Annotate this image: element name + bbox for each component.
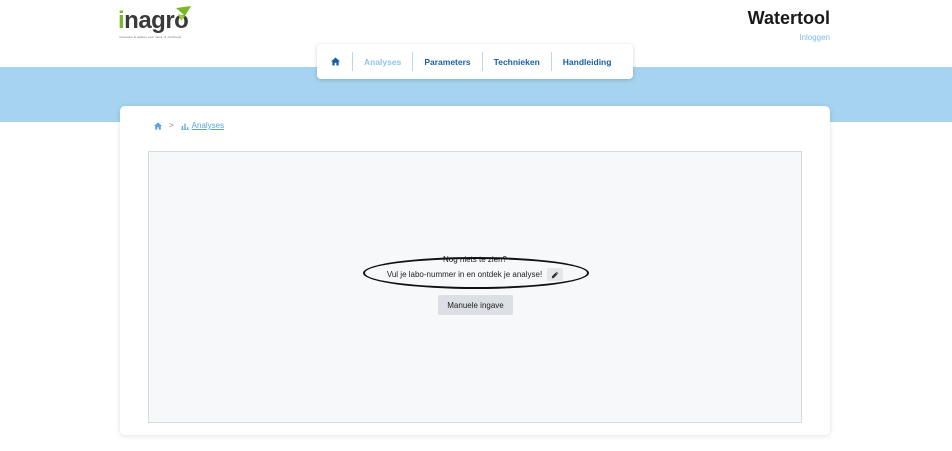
empty-state-message-row: Vul je labo-nummer in en ontdek je analy… bbox=[149, 268, 801, 281]
nav-parameters[interactable]: Parameters bbox=[412, 52, 481, 71]
edit-labnumber-button[interactable] bbox=[547, 268, 564, 281]
main-nav: Analyses Parameters Technieken Handleidi… bbox=[317, 44, 633, 79]
breadcrumb-separator: > bbox=[169, 121, 174, 130]
nav-handleiding[interactable]: Handleiding bbox=[550, 52, 623, 71]
breadcrumb-analyses-link[interactable]: Analyses bbox=[192, 121, 224, 130]
home-icon[interactable] bbox=[154, 121, 162, 130]
inagro-logo[interactable]: inagro innovatie & advies voor land- & t… bbox=[118, 6, 198, 39]
logo-tagline: innovatie & advies voor land- & tuinbouw bbox=[119, 35, 182, 39]
empty-state-title: Nog niets te zien? bbox=[442, 255, 508, 264]
chart-icon bbox=[180, 123, 189, 130]
pencil-icon bbox=[551, 271, 559, 278]
nav-technieken[interactable]: Technieken bbox=[481, 52, 551, 71]
logo-flag-icon bbox=[176, 6, 191, 21]
nav-home[interactable] bbox=[321, 52, 352, 71]
login-link[interactable]: Inloggen bbox=[799, 33, 830, 42]
manual-entry-button[interactable]: Manuele ingave bbox=[438, 295, 513, 315]
empty-state-message: Vul je labo-nummer in en ontdek je analy… bbox=[386, 270, 543, 279]
breadcrumb: > Analyses bbox=[154, 121, 224, 130]
content-card: > Analyses Nog niets te zien? Vul je lab… bbox=[120, 106, 830, 435]
home-icon bbox=[331, 57, 340, 66]
app-title: Watertool bbox=[747, 8, 830, 28]
analysis-panel: Nog niets te zien? Vul je labo-nummer in… bbox=[148, 151, 802, 423]
nav-analyses[interactable]: Analyses bbox=[352, 52, 412, 71]
